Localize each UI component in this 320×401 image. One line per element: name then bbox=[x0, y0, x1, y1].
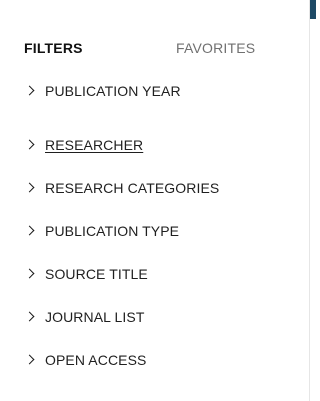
tab-filters[interactable]: FILTERS bbox=[24, 39, 83, 57]
chevron-right-icon bbox=[24, 85, 35, 96]
filter-publication-year[interactable]: PUBLICATION YEAR bbox=[24, 80, 294, 101]
chevron-right-icon bbox=[24, 268, 35, 279]
chevron-right-icon bbox=[24, 311, 35, 322]
filter-research-categories[interactable]: RESEARCH CATEGORIES bbox=[24, 166, 294, 209]
filter-label: PUBLICATION YEAR bbox=[45, 82, 181, 99]
chevron-right-icon bbox=[24, 139, 35, 150]
chevron-right-icon bbox=[24, 182, 35, 193]
filter-list: PUBLICATION YEAR RESEARCHER RESEARCH CAT… bbox=[24, 80, 294, 381]
filter-label: PUBLICATION TYPE bbox=[45, 222, 180, 239]
filter-label: RESEARCHER bbox=[45, 136, 144, 153]
panel-tabs: FILTERS FAVORITES bbox=[24, 39, 284, 57]
filter-journal-list[interactable]: JOURNAL LIST bbox=[24, 295, 294, 338]
filter-label: RESEARCH CATEGORIES bbox=[45, 179, 220, 196]
chevron-right-icon bbox=[24, 225, 35, 236]
filter-label: JOURNAL LIST bbox=[45, 308, 145, 325]
filter-researcher[interactable]: RESEARCHER bbox=[24, 123, 294, 166]
filter-source-title[interactable]: SOURCE TITLE bbox=[24, 252, 294, 295]
chevron-right-icon bbox=[24, 354, 35, 365]
filter-label: SOURCE TITLE bbox=[45, 265, 148, 282]
filter-panel: FILTERS FAVORITES PUBLICATION YEAR RESEA… bbox=[0, 0, 310, 401]
filter-open-access[interactable]: OPEN ACCESS bbox=[24, 338, 294, 381]
filter-label: OPEN ACCESS bbox=[45, 351, 147, 368]
tab-favorites[interactable]: FAVORITES bbox=[176, 39, 255, 57]
filter-publication-type[interactable]: PUBLICATION TYPE bbox=[24, 209, 294, 252]
